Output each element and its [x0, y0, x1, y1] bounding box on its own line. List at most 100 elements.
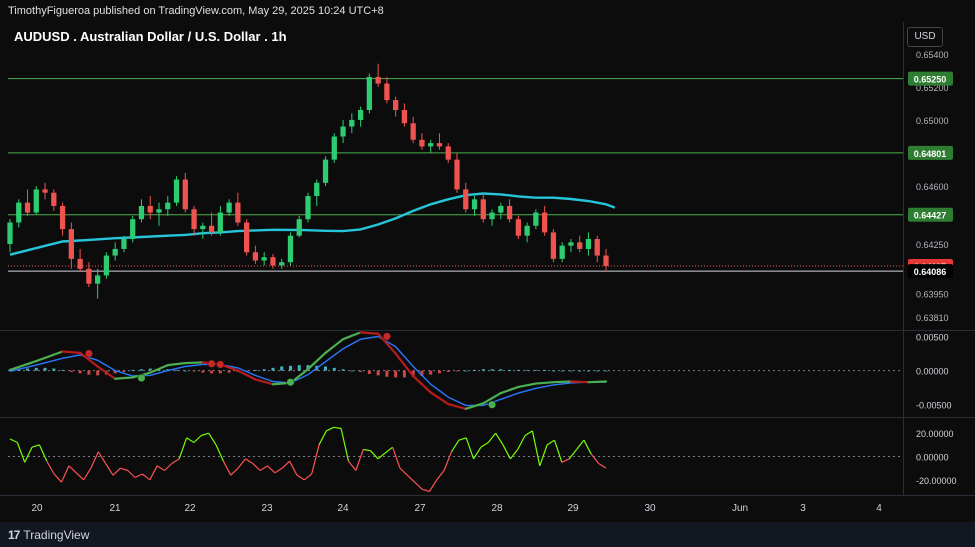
momentum-line-segment: [524, 430, 533, 437]
momentum-line-segment: [553, 439, 563, 463]
momentum-line-segment: [326, 426, 335, 432]
chart-canvas[interactable]: 0.654000.652000.650000.646000.642500.639…: [0, 0, 975, 547]
candle-body: [33, 189, 39, 213]
momentum-line-segment: [289, 460, 298, 476]
momentum-line-segment: [171, 458, 180, 465]
momentum-line-segment: [450, 439, 460, 453]
macd-line-segment: [517, 382, 537, 389]
macd-histogram-bar: [341, 369, 345, 371]
momentum-line-segment: [237, 458, 246, 469]
x-tick-label: 22: [184, 503, 196, 514]
x-tick-label: 27: [414, 503, 426, 514]
macd-histogram-bar: [87, 370, 91, 375]
momentum-line-segment: [90, 451, 99, 469]
macd-histogram-bar: [262, 369, 266, 371]
momentum-line-segment: [363, 448, 371, 452]
candle-body: [366, 76, 372, 111]
macd-histogram-bar: [61, 369, 65, 371]
candle-body: [436, 143, 443, 147]
footer-bar: [0, 522, 975, 547]
x-tick-label: 23: [261, 503, 273, 514]
macd-histogram-bar: [385, 370, 389, 377]
momentum-line-segment: [16, 442, 26, 463]
momentum-line-segment: [303, 473, 313, 481]
momentum-line-segment: [531, 430, 541, 466]
macd-histogram-bar: [96, 370, 100, 376]
macd-line-segment: [412, 374, 432, 394]
candle-body: [349, 119, 355, 127]
momentum-line-segment: [222, 460, 232, 476]
macd-line-segment: [61, 350, 82, 354]
momentum-line-segment: [142, 473, 151, 481]
candle-body: [393, 100, 399, 111]
macd-histogram-bar: [139, 369, 143, 371]
momentum-line-segment: [38, 444, 48, 462]
momentum-line-segment: [576, 439, 585, 450]
macd-histogram-bar: [595, 370, 599, 372]
macd-line-segment: [166, 361, 187, 367]
macd-histogram-bar: [516, 369, 520, 371]
x-tick-label: Jun: [732, 503, 748, 514]
level-tag-label: 0.64427: [914, 211, 947, 221]
momentum-line-segment: [517, 435, 526, 450]
level-tag-label: 0.64801: [914, 149, 947, 159]
macd-histogram-bar: [437, 370, 441, 374]
macd-histogram-bar: [569, 370, 573, 372]
momentum-line-segment: [75, 472, 84, 481]
macd-tick-label: -0.00500: [916, 401, 952, 411]
macd-line-segment: [341, 331, 362, 341]
candle-body: [463, 189, 469, 210]
momentum-line-segment: [318, 430, 327, 446]
x-tick-label: 3: [800, 503, 806, 514]
macd-histogram-bar: [578, 370, 582, 372]
macd-histogram-bar: [78, 370, 82, 374]
candle-body: [296, 219, 302, 236]
candle-body: [428, 143, 434, 147]
price-tick-label: 0.63810: [916, 313, 949, 323]
macd-histogram-bar: [560, 370, 564, 372]
momentum-line-segment: [473, 446, 482, 460]
momentum-line-segment: [112, 467, 121, 476]
candle-body: [287, 235, 294, 263]
candle-body: [165, 202, 171, 210]
candle-body: [7, 222, 13, 244]
momentum-line-segment: [245, 458, 254, 465]
macd-cross-dot: [488, 400, 497, 409]
candle-body: [200, 225, 206, 230]
candle-body: [24, 202, 31, 213]
momentum-line-segment: [509, 449, 519, 460]
momentum-line-segment: [590, 453, 600, 464]
macd-histogram-bar: [394, 370, 398, 378]
momentum-line-segment: [156, 465, 165, 472]
macd-line-segment: [184, 361, 204, 365]
candle-body: [322, 159, 329, 183]
momentum-line-segment: [384, 446, 393, 454]
momentum-line-segment: [414, 481, 423, 490]
macd-histogram-bar: [376, 370, 380, 376]
macd-histogram-bar: [534, 369, 538, 371]
momentum-line-segment: [53, 473, 62, 483]
x-tick-label: 21: [109, 503, 121, 514]
momentum-line-segment: [436, 470, 445, 481]
momentum-line-segment: [105, 463, 114, 476]
candle-body: [585, 239, 592, 249]
macd-histogram-bar: [43, 367, 47, 371]
momentum-line-segment: [355, 449, 364, 471]
momentum-tick-label: 0.00000: [916, 453, 949, 463]
macd-histogram-bar: [543, 369, 547, 371]
macd-line-segment: [552, 380, 573, 384]
macd-histogram-bar: [210, 370, 214, 374]
x-tick-label: 4: [876, 503, 882, 514]
candle-body: [16, 202, 22, 223]
tradingview-logo[interactable]: 17 TradingView: [8, 528, 89, 542]
candle-body: [384, 83, 390, 101]
candle-body: [419, 139, 425, 147]
momentum-line-segment: [480, 441, 489, 448]
momentum-line-segment: [127, 470, 136, 478]
momentum-line-segment: [443, 451, 453, 471]
macd-line-segment: [429, 391, 450, 406]
candle-body: [68, 229, 74, 259]
currency-selector[interactable]: USD: [907, 27, 943, 47]
macd-histogram-bar: [429, 370, 433, 375]
candle-body: [471, 199, 478, 210]
